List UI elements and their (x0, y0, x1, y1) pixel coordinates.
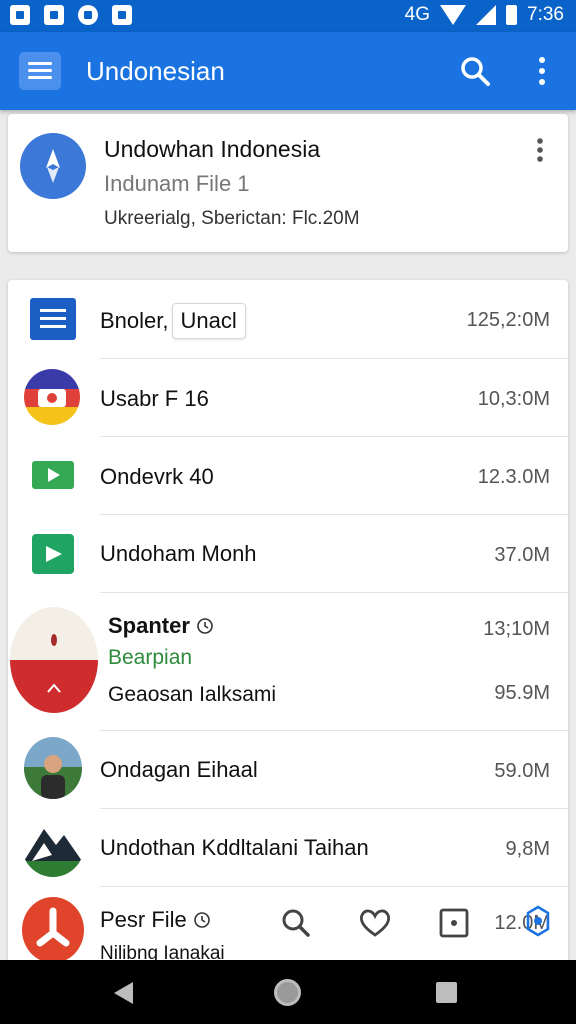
back-icon[interactable] (114, 982, 133, 1004)
wifi-icon (440, 5, 467, 25)
file-name: Bnoler, (100, 308, 169, 333)
mountain-icon (22, 815, 84, 877)
file-size: 37.0M (494, 544, 550, 566)
camera-icon (24, 369, 80, 425)
heart-icon[interactable] (358, 907, 392, 939)
app-notification-icon (10, 5, 30, 25)
compass-icon (20, 133, 86, 199)
document-icon (30, 298, 76, 340)
settings-badge-icon[interactable] (526, 905, 550, 937)
app-title: Undonesian (86, 56, 225, 86)
file-name: Spanter (108, 613, 190, 638)
file-name: Undoham Monh (100, 541, 257, 566)
file-size-secondary: 95.9M (494, 682, 550, 704)
search-icon[interactable] (458, 54, 492, 88)
clock-icon (197, 618, 213, 634)
message-notification-icon (44, 5, 64, 25)
file-tertiary: Geaosan Ialksami (108, 683, 277, 706)
file-name: Usabr F 16 (100, 386, 209, 411)
list-item[interactable]: Bnoler, Unacl 125,2:0M (8, 280, 568, 359)
file-size: 59.0M (494, 760, 550, 782)
card-more-icon[interactable] (530, 136, 550, 166)
card-title: Undowhan Indonesia (104, 136, 321, 162)
file-size: 12.3.0M (477, 466, 550, 488)
menu-button[interactable] (19, 52, 61, 90)
list-item[interactable]: Pesr File Nilibng Ianakai 12.0M (8, 887, 568, 970)
network-label: 4G (404, 4, 431, 25)
list-item[interactable]: Spanter Bearpian Geaosan Ialksami 13;10M… (8, 593, 568, 731)
navigation-bar (0, 960, 576, 1024)
signal-icon (476, 5, 497, 25)
search-action-icon[interactable] (280, 907, 312, 939)
file-name: Ondevrk 40 (100, 464, 214, 489)
list-item[interactable]: Ondagan Eihaal 59.0M (8, 731, 568, 809)
file-name: Ondagan Eihaal (100, 757, 258, 782)
home-icon[interactable] (274, 979, 301, 1006)
clock-icon (194, 912, 210, 928)
list-item[interactable]: Ondevrk 40 12.3.0M (8, 437, 568, 515)
red-logo-icon (22, 897, 84, 963)
file-list: Bnoler, Unacl 125,2:0M Usabr F 16 10,3:0M… (8, 280, 568, 970)
header-card[interactable]: Undowhan Indonesia Indunam File 1 Ukreer… (8, 114, 568, 252)
clock: 7:36 (527, 4, 564, 25)
tile-icon[interactable] (438, 907, 470, 939)
file-tag-chip[interactable]: Unacl (171, 303, 246, 339)
slides-icon (32, 534, 74, 574)
file-size: 9,8M (505, 838, 550, 860)
file-size: 125,2:0M (466, 309, 550, 331)
file-secondary: Bearpian (108, 646, 193, 669)
person-photo (24, 737, 82, 799)
app-bar: Undonesian (0, 32, 576, 110)
file-name: Pesr File (100, 907, 187, 932)
card-meta: Ukreerialg, Sberictan: Flc.20M (104, 208, 360, 229)
mail-notification-icon (112, 5, 132, 25)
list-item[interactable]: Usabr F 16 10,3:0M (8, 359, 568, 437)
recent-apps-icon[interactable] (436, 982, 457, 1003)
video-icon (32, 457, 74, 493)
file-size: 13;10M (483, 618, 550, 640)
more-options-icon[interactable] (530, 54, 554, 88)
list-item[interactable]: Undothan Kddltalani Taihan 9,8M (8, 809, 568, 887)
file-size: 10,3:0M (477, 388, 550, 410)
flag-icon (10, 607, 98, 713)
battery-icon (506, 5, 518, 25)
card-subtitle: Indunam File 1 (104, 171, 250, 196)
list-item[interactable]: Undoham Monh 37.0M (8, 515, 568, 593)
chat-notification-icon (78, 5, 98, 25)
status-bar: 4G 7:36 (0, 0, 576, 32)
file-name: Undothan Kddltalani Taihan (100, 835, 369, 860)
